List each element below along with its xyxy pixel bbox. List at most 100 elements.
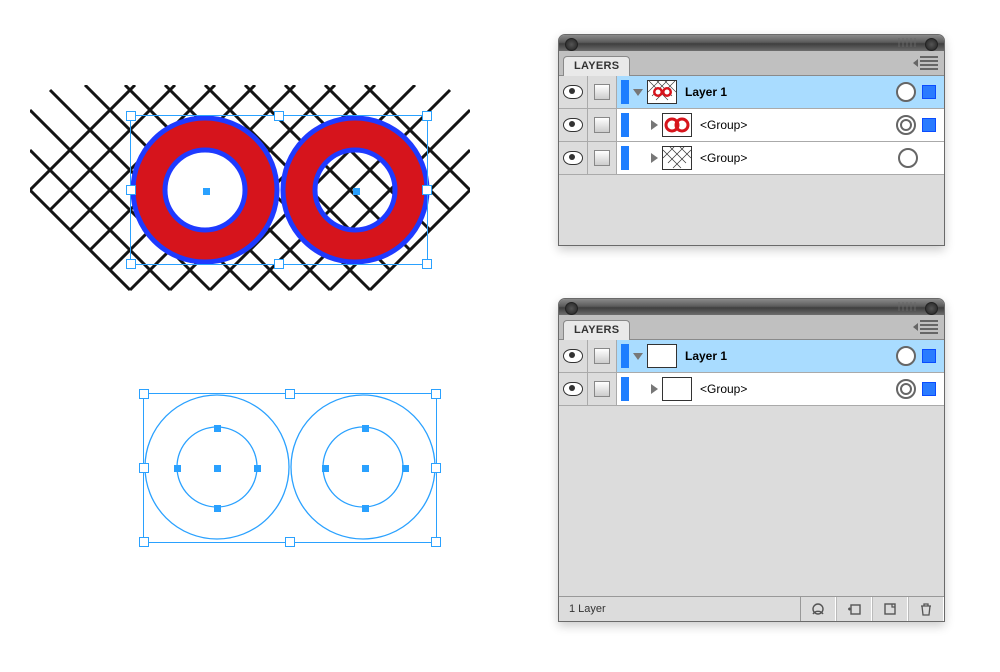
layer-color (621, 377, 629, 401)
layer-thumbnail (662, 377, 692, 401)
handle-br[interactable] (431, 537, 441, 547)
anchor[interactable] (362, 425, 369, 432)
disclosure-triangle-icon[interactable] (651, 153, 658, 163)
layer-color (621, 344, 629, 368)
lock-toggle[interactable] (588, 109, 617, 141)
flyout-menu-icon[interactable] (920, 320, 938, 334)
lock-toggle[interactable] (588, 142, 617, 174)
footer-status: 1 Layer (559, 603, 606, 615)
selection-indicator[interactable] (922, 349, 936, 363)
layer-name[interactable]: Layer 1 (683, 349, 896, 363)
anchor[interactable] (214, 505, 221, 512)
lock-icon (594, 117, 610, 133)
eye-icon (563, 349, 583, 363)
panel-footer: 1 Layer (559, 596, 944, 621)
anchor[interactable] (174, 465, 181, 472)
layer-name[interactable]: <Group> (698, 151, 898, 165)
target-icon[interactable] (896, 346, 916, 366)
visibility-toggle[interactable] (559, 76, 588, 108)
anchor[interactable] (362, 505, 369, 512)
delete-layer-button[interactable] (908, 597, 944, 621)
panel-titlebar[interactable] (559, 35, 944, 51)
collapse-icon[interactable] (925, 302, 938, 315)
visibility-toggle[interactable] (559, 109, 588, 141)
layer-row[interactable]: <Group> (559, 109, 944, 142)
handle-br[interactable] (422, 259, 432, 269)
handle-tm[interactable] (274, 111, 284, 121)
handle-tl[interactable] (126, 111, 136, 121)
handle-bm[interactable] (274, 259, 284, 269)
collapse-grip-icon[interactable] (898, 38, 918, 47)
layer-thumbnail (647, 344, 677, 368)
handle-mr[interactable] (431, 463, 441, 473)
handle-bl[interactable] (139, 537, 149, 547)
anchor[interactable] (322, 465, 329, 472)
handle-mr[interactable] (422, 185, 432, 195)
target-icon[interactable] (896, 379, 916, 399)
layer-rows: Layer 1 <Group> (559, 76, 944, 175)
tab-strip: LAYERS (559, 51, 944, 76)
anchor-center-2[interactable] (362, 465, 369, 472)
visibility-toggle[interactable] (559, 142, 588, 174)
handle-bl[interactable] (126, 259, 136, 269)
disclosure-triangle-icon[interactable] (651, 120, 658, 130)
eye-icon (563, 382, 583, 396)
anchor-center-1[interactable] (203, 188, 210, 195)
anchor[interactable] (254, 465, 261, 472)
make-clipping-mask-button[interactable] (801, 597, 836, 621)
new-layer-button[interactable] (872, 597, 908, 621)
eye-icon (563, 85, 583, 99)
handle-tr[interactable] (431, 389, 441, 399)
target-icon[interactable] (896, 82, 916, 102)
layer-name[interactable]: <Group> (698, 118, 896, 132)
layer-rows: Layer 1 <Group> (559, 340, 944, 406)
handle-tm[interactable] (285, 389, 295, 399)
layer-row[interactable]: <Group> (559, 142, 944, 175)
selection-bbox-2[interactable] (143, 393, 437, 543)
handle-bm[interactable] (285, 537, 295, 547)
visibility-toggle[interactable] (559, 373, 588, 405)
anchor-center-1[interactable] (214, 465, 221, 472)
close-icon[interactable] (565, 302, 578, 315)
disclosure-triangle-icon[interactable] (651, 384, 658, 394)
target-icon[interactable] (898, 148, 918, 168)
visibility-toggle[interactable] (559, 340, 588, 372)
flyout-menu-icon[interactable] (920, 56, 938, 70)
layer-row[interactable]: Layer 1 (559, 76, 944, 109)
tab-layers[interactable]: LAYERS (563, 56, 630, 76)
disclosure-triangle-icon[interactable] (633, 89, 643, 96)
tab-layers[interactable]: LAYERS (563, 320, 630, 340)
layer-name[interactable]: Layer 1 (683, 85, 896, 99)
handle-tr[interactable] (422, 111, 432, 121)
selection-indicator[interactable] (922, 382, 936, 396)
lock-toggle[interactable] (588, 76, 617, 108)
selection-indicator[interactable] (922, 85, 936, 99)
lock-icon (594, 381, 610, 397)
handle-ml[interactable] (139, 463, 149, 473)
collapse-grip-icon[interactable] (898, 302, 918, 311)
anchor[interactable] (214, 425, 221, 432)
eye-icon (563, 151, 583, 165)
collapse-icon[interactable] (925, 38, 938, 51)
lock-toggle[interactable] (588, 373, 617, 405)
selection-indicator[interactable] (922, 118, 936, 132)
lock-toggle[interactable] (588, 340, 617, 372)
eye-icon (563, 118, 583, 132)
layer-thumbnail (662, 113, 692, 137)
new-sublayer-button[interactable] (836, 597, 872, 621)
tab-strip: LAYERS (559, 315, 944, 340)
layer-row[interactable]: <Group> (559, 373, 944, 406)
anchor[interactable] (402, 465, 409, 472)
target-icon[interactable] (896, 115, 916, 135)
panel-titlebar[interactable] (559, 299, 944, 315)
handle-tl[interactable] (139, 389, 149, 399)
close-icon[interactable] (565, 38, 578, 51)
anchor-center-2[interactable] (353, 188, 360, 195)
layer-row[interactable]: Layer 1 (559, 340, 944, 373)
layer-name[interactable]: <Group> (698, 382, 896, 396)
disclosure-triangle-icon[interactable] (633, 353, 643, 360)
handle-ml[interactable] (126, 185, 136, 195)
selection-bbox-1[interactable] (130, 115, 428, 265)
layers-panel-2[interactable]: LAYERS Layer 1 <Group> (558, 298, 945, 622)
layers-panel-1[interactable]: LAYERS Layer 1 (558, 34, 945, 246)
